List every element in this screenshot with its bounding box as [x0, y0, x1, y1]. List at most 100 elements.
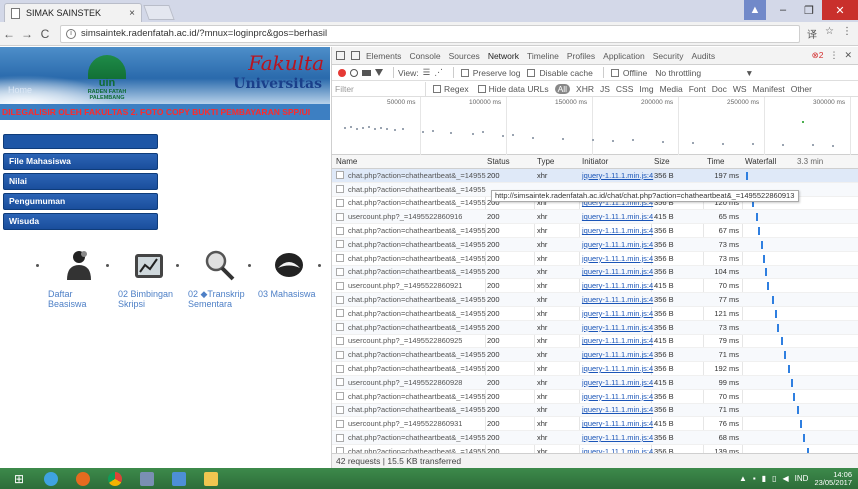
request-initiator-link[interactable]: jquery-1.11.1.min.js:4 [582, 309, 653, 318]
tab-network[interactable]: Network [488, 51, 519, 61]
request-initiator-link[interactable]: jquery-1.11.1.min.js:4 [582, 336, 653, 345]
request-initiator-link[interactable]: jquery-1.11.1.min.js:4 [582, 267, 653, 276]
request-initiator-link[interactable]: jquery-1.11.1.min.js:4 [582, 295, 653, 304]
request-name-cell[interactable]: chat.php?action=chatheartbeat&_=149552..… [336, 392, 486, 401]
shortcut-transkrip-sementara[interactable]: 02 ◆Transkrip Sementara [188, 244, 252, 314]
col-waterfall[interactable]: Waterfall [745, 157, 776, 166]
request-row[interactable]: usercount.php?_=1495522860931 200 xhr jquer… [332, 417, 858, 432]
filter-input[interactable]: Filter [332, 81, 426, 96]
request-row[interactable]: usercount.php?_=1495522860925 200 xhr jquer… [332, 335, 858, 349]
menu-file-mahasiswa[interactable]: File Mahasiswa [3, 153, 158, 170]
request-name-cell[interactable]: usercount.php?_=1495522860925 [336, 336, 486, 345]
request-row[interactable]: usercount.php?_=1495522860928 200 xhr jquer… [332, 375, 858, 390]
request-initiator-link[interactable]: jquery-1.11.1.min.js:4 [582, 254, 653, 263]
col-status[interactable]: Status [487, 157, 510, 166]
col-type[interactable]: Type [537, 157, 554, 166]
tab-application[interactable]: Application [603, 51, 645, 61]
request-row[interactable]: usercount.php?_=1495522860921 200 xhr jquer… [332, 279, 858, 294]
request-initiator-link[interactable]: jquery-1.11.1.min.js:4 [582, 323, 653, 332]
type-filter-doc[interactable]: Doc [712, 84, 727, 94]
request-initiator-link[interactable]: jquery-1.11.1.min.js:4 [582, 226, 653, 235]
request-row[interactable]: chat.php?action=chatheartbeat&_=149552..… [332, 169, 858, 183]
request-name-cell[interactable]: chat.php?action=chatheartbeat&_=149552..… [336, 433, 486, 442]
bookmark-star-icon[interactable]: ☆ [825, 26, 834, 41]
user-profile-icon[interactable]: ▲ [744, 0, 766, 20]
request-row[interactable]: chat.php?action=chatheartbeat&_=149552..… [332, 252, 858, 266]
home-link[interactable]: Home [8, 85, 32, 95]
request-name-cell[interactable]: chat.php?action=chatheartbeat&_=149552..… [336, 254, 486, 263]
browser-tab[interactable]: SIMAK SAINSTEK × [4, 3, 142, 22]
tab-console[interactable]: Console [409, 51, 440, 61]
throttling-dropdown-icon[interactable]: ▼ [745, 68, 753, 78]
request-name-cell[interactable]: chat.php?action=chatheartbeat&_=149552..… [336, 226, 486, 235]
translate-icon[interactable]: 译 [807, 26, 817, 41]
throttling-select[interactable]: No throttling [655, 68, 701, 78]
menu-pengumuman[interactable]: Pengumuman [3, 193, 158, 210]
tray-app-icon[interactable]: ▪ [753, 474, 756, 483]
request-initiator-link[interactable]: jquery-1.11.1.min.js:4 [582, 212, 653, 221]
request-initiator-link[interactable]: jquery-1.11.1.min.js:4 [582, 364, 653, 373]
col-initiator[interactable]: Initiator [582, 157, 608, 166]
col-time[interactable]: Time [707, 157, 739, 166]
back-button[interactable]: ← [0, 27, 18, 41]
tab-elements[interactable]: Elements [366, 51, 401, 61]
request-row[interactable]: usercount.php?_=1495522860916 200 xhr jquer… [332, 210, 858, 225]
shortcut-mahasiswa[interactable]: 03 Mahasiswa [258, 244, 322, 314]
request-name-cell[interactable]: chat.php?action=chatheartbeat&_=149552..… [336, 198, 486, 207]
type-filter-img[interactable]: Img [639, 84, 653, 94]
request-name-cell[interactable]: usercount.php?_=1495522860931 [336, 419, 486, 428]
tab-security[interactable]: Security [653, 51, 684, 61]
request-initiator-link[interactable]: jquery-1.11.1.min.js:4 [582, 405, 653, 414]
request-row[interactable]: chat.php?action=chatheartbeat&_=149552..… [332, 237, 858, 252]
request-initiator-link[interactable]: jquery-1.11.1.min.js:4 [582, 281, 653, 290]
preserve-log-checkbox[interactable] [460, 68, 469, 77]
request-initiator-link[interactable]: jquery-1.11.1.min.js:4 [582, 392, 653, 401]
signal-icon[interactable]: ▯ [772, 474, 776, 483]
request-name-cell[interactable]: chat.php?action=chatheartbeat&_=149552..… [336, 364, 486, 373]
type-filter-other[interactable]: Other [791, 84, 812, 94]
reload-button[interactable]: C [36, 27, 54, 41]
request-row[interactable]: chat.php?action=chatheartbeat&_=149552..… [332, 224, 858, 238]
filter-icon[interactable] [375, 69, 383, 76]
tray-up-arrow-icon[interactable]: ▲ [739, 474, 747, 483]
tab-close-icon[interactable]: × [129, 8, 135, 19]
request-name-cell[interactable]: chat.php?action=chatheartbeat&_=149552..… [336, 350, 486, 359]
request-initiator-link[interactable]: jquery-1.11.1.min.js:4 [582, 350, 653, 359]
type-filter-xhr[interactable]: XHR [576, 84, 594, 94]
paint-icon[interactable] [166, 469, 192, 488]
request-row[interactable]: chat.php?action=chatheartbeat&_=149552..… [332, 265, 858, 280]
shortcut-daftar-beasiswa[interactable]: Daftar Beasiswa [48, 244, 112, 314]
regex-checkbox[interactable] [433, 84, 441, 93]
type-filter-manifest[interactable]: Manifest [753, 84, 785, 94]
request-name-cell[interactable]: chat.php?action=chatheartbeat&_=149552..… [336, 309, 486, 318]
request-row[interactable]: chat.php?action=chatheartbeat&_=149552..… [332, 431, 858, 445]
error-count-badge[interactable]: ⊗2 [812, 50, 824, 61]
request-row[interactable]: chat.php?action=chatheartbeat&_=149552..… [332, 348, 858, 363]
request-row[interactable]: chat.php?action=chatheartbeat&_=149552..… [332, 362, 858, 376]
request-name-cell[interactable]: chat.php?action=chatheartbeat&_=149552..… [336, 405, 486, 414]
shortcut-bimbingan-skripsi[interactable]: 02 Bimbingan Skripsi [118, 244, 182, 314]
tab-audits[interactable]: Audits [691, 51, 715, 61]
request-initiator-link[interactable]: jquery-1.11.1.min.js:4 [582, 171, 653, 180]
request-initiator-link[interactable]: jquery-1.11.1.min.js:4 [582, 378, 653, 387]
clear-icon[interactable] [350, 68, 358, 77]
record-icon[interactable] [338, 68, 346, 77]
col-size[interactable]: Size [654, 157, 670, 166]
tab-sources[interactable]: Sources [449, 51, 480, 61]
inspect-element-icon[interactable] [336, 51, 345, 60]
chrome-icon[interactable] [102, 469, 128, 488]
hide-data-urls-checkbox[interactable] [477, 84, 486, 93]
devtools-menu-icon[interactable]: ⋮ [829, 50, 838, 61]
menu-wisuda[interactable]: Wisuda [3, 213, 158, 230]
offline-checkbox[interactable] [610, 68, 619, 77]
request-row[interactable]: chat.php?action=chatheartbeat&_=149552..… [332, 320, 858, 335]
forward-button[interactable]: → [18, 27, 36, 41]
internet-explorer-icon[interactable] [38, 469, 64, 488]
close-window-button[interactable]: ✕ [822, 0, 858, 20]
type-filter-ws[interactable]: WS [733, 84, 747, 94]
app-icon[interactable] [134, 469, 160, 488]
request-name-cell[interactable]: chat.php?action=chatheartbeat&_=149552..… [336, 295, 486, 304]
request-name-cell[interactable]: usercount.php?_=1495522860921 [336, 281, 486, 290]
type-filter-media[interactable]: Media [660, 84, 683, 94]
network-icon[interactable]: ▮ [762, 474, 766, 483]
